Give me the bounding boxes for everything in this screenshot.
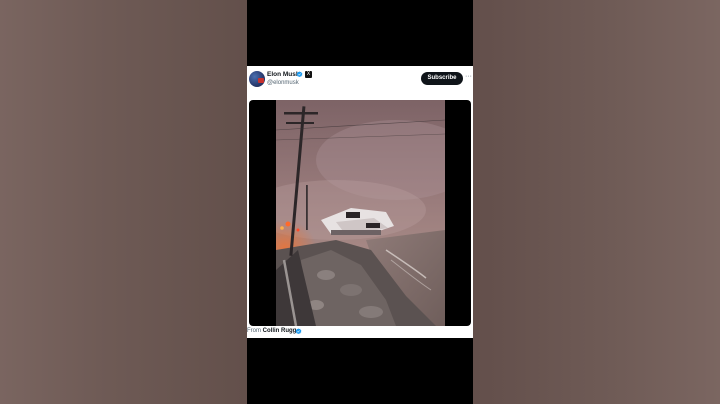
- wildfire-scene-image: [276, 100, 445, 326]
- verified-badge-icon: [295, 328, 302, 335]
- tweet-card: Elon Musk X @elonmusk Subscribe ··· From…: [247, 66, 473, 338]
- subscribe-button[interactable]: Subscribe: [421, 72, 463, 85]
- short-video-stage: Elon Musk X @elonmusk Subscribe ··· From…: [247, 0, 473, 404]
- author-handle[interactable]: @elonmusk: [267, 80, 299, 86]
- attribution-name[interactable]: Collin Rugg: [263, 328, 297, 334]
- verified-badge-icon: [296, 71, 303, 78]
- attribution-prefix: From: [247, 328, 261, 334]
- video-attribution: From Collin Rugg: [247, 328, 296, 334]
- video-frame: [276, 100, 445, 326]
- more-options-icon[interactable]: ···: [465, 72, 472, 81]
- avatar[interactable]: [249, 71, 265, 87]
- affiliate-badge-icon: X: [305, 71, 312, 78]
- video-player[interactable]: [249, 100, 471, 326]
- author-name[interactable]: Elon Musk: [267, 71, 300, 78]
